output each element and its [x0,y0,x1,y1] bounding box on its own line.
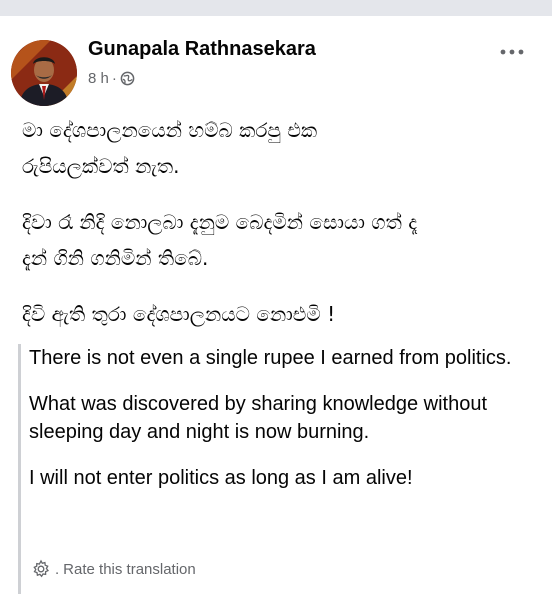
more-options-button[interactable] [494,42,530,62]
gear-icon [31,559,51,579]
translation-block: There is not even a single rupee I earne… [18,344,541,594]
post-meta: 8 h · [88,70,135,87]
rate-translation-link[interactable]: . Rate this translation [31,559,196,579]
ellipsis-icon [500,49,524,55]
post-header: Gunapala Rathnasekara 8 h · [0,16,552,106]
top-separator-bar [0,0,552,16]
original-paragraph: දිවා රෑ නිදි නොලබා දැනුම බෙදමින් සොයා ගත… [22,210,418,270]
globe-icon[interactable] [120,71,135,86]
translation-paragraph: I will not enter politics as long as I a… [29,467,413,489]
translation-paragraph: There is not even a single rupee I earne… [29,347,512,369]
post-time[interactable]: 8 h [88,70,109,87]
translation-paragraph: What was discovered by sharing knowledge… [29,393,488,443]
avatar[interactable] [11,40,77,106]
author-name[interactable]: Gunapala Rathnasekara [88,38,316,61]
original-paragraph: දිවි ඇති තුරා දේශපාලනයට නොඑමි ! [22,302,336,326]
meta-separator: · [111,70,117,87]
original-paragraph: මා දේශපාලනයෙන් හම්බ කරපු එක රුපියලක්වත් … [22,118,318,178]
rate-bullet: . [55,560,60,578]
rate-translation-label[interactable]: Rate this translation [63,561,196,578]
post-original-text: මා දේශපාලනයෙන් හම්බ කරපු එක රුපියලක්වත් … [22,112,542,352]
